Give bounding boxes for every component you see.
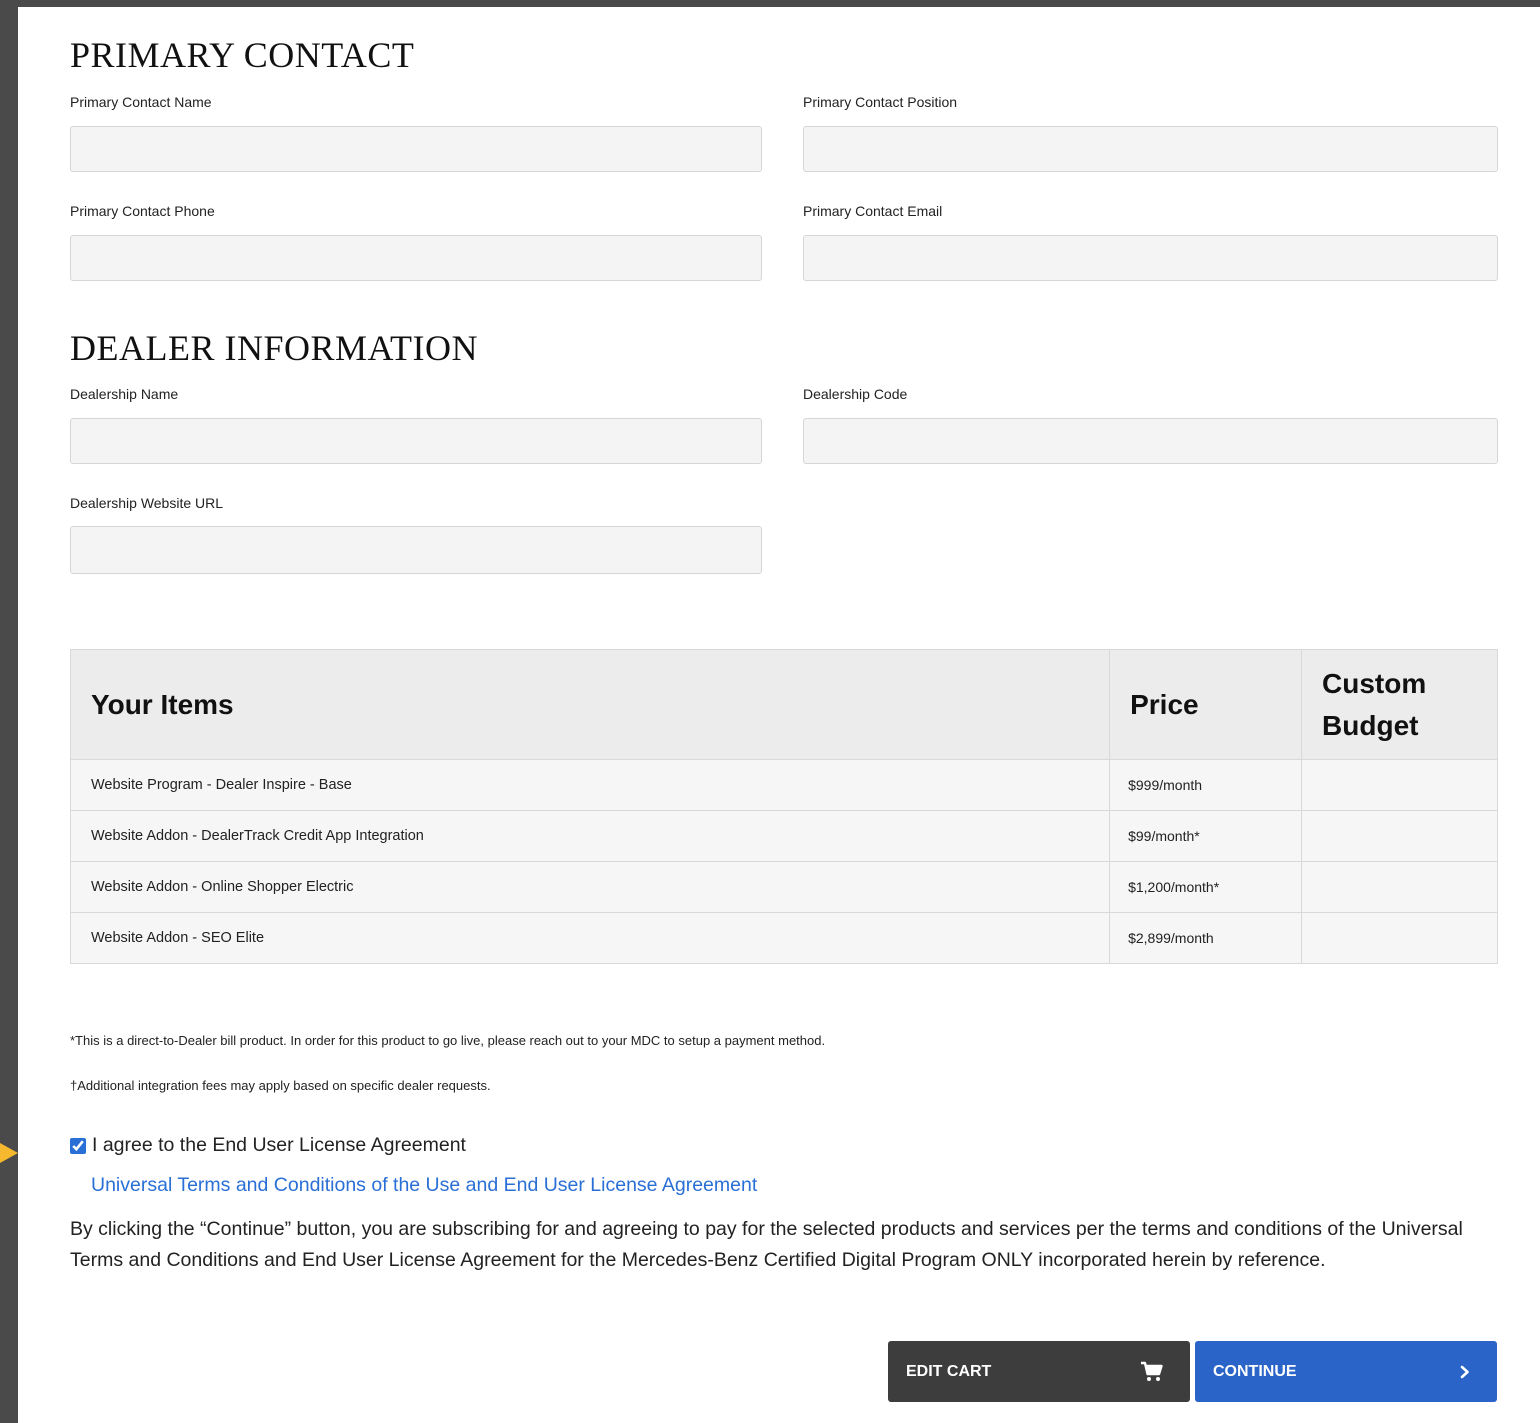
table-row: Website Addon - DealerTrack Credit App I… <box>69 810 1498 862</box>
dealer-information-title: DEALER INFORMATION <box>70 328 478 368</box>
item-name: Website Addon - DealerTrack Credit App I… <box>69 810 1111 862</box>
primary-contact-phone-label: Primary Contact Phone <box>70 203 215 219</box>
primary-contact-email-label: Primary Contact Email <box>803 203 943 219</box>
chevron-right-icon <box>1459 1365 1471 1379</box>
eula-agree-row[interactable]: I agree to the End User License Agreemen… <box>70 1134 466 1157</box>
items-table-header: Your Items Price Custom Budget <box>69 649 1498 760</box>
item-price: $99/month* <box>1109 810 1303 862</box>
item-custom-budget <box>1301 759 1498 811</box>
table-row: Website Addon - SEO Elite $2,899/month <box>69 912 1498 964</box>
items-table: Your Items Price Custom Budget Website P… <box>69 649 1498 964</box>
item-price: $2,899/month <box>1109 912 1303 964</box>
continue-label: CONTINUE <box>1213 1362 1297 1380</box>
direct-bill-note: *This is a direct-to-Dealer bill product… <box>70 1033 826 1048</box>
table-row: Website Program - Dealer Inspire - Base … <box>69 759 1498 811</box>
subscription-disclaimer: By clicking the “Continue” button, you a… <box>70 1218 1463 1271</box>
eula-checkbox[interactable] <box>70 1137 86 1154</box>
primary-contact-title: PRIMARY CONTACT <box>70 35 415 75</box>
dealership-name-input[interactable] <box>70 418 762 464</box>
item-custom-budget <box>1301 912 1498 964</box>
primary-contact-name-label: Primary Contact Name <box>70 94 212 110</box>
header-your-items: Your Items <box>69 649 1111 760</box>
table-row: Website Addon - Online Shopper Electric … <box>69 861 1498 913</box>
item-name: Website Addon - Online Shopper Electric <box>69 861 1111 913</box>
primary-contact-name-input[interactable] <box>70 126 762 172</box>
primary-contact-position-input[interactable] <box>803 126 1498 172</box>
item-price: $999/month <box>1109 759 1303 811</box>
terms-and-conditions-link[interactable]: Universal Terms and Conditions of the Us… <box>91 1174 757 1197</box>
primary-contact-position-label: Primary Contact Position <box>803 94 958 110</box>
header-price: Price <box>1109 649 1303 760</box>
primary-contact-phone-input[interactable] <box>70 235 762 281</box>
dealership-website-url-label: Dealership Website URL <box>70 495 224 511</box>
cart-icon <box>1140 1361 1164 1383</box>
edit-cart-button[interactable]: EDIT CART <box>888 1341 1190 1402</box>
item-name: Website Program - Dealer Inspire - Base <box>69 759 1111 811</box>
item-custom-budget <box>1301 810 1498 862</box>
dealership-name-label: Dealership Name <box>70 386 179 402</box>
dealership-code-label: Dealership Code <box>803 386 908 402</box>
item-price: $1,200/month* <box>1109 861 1303 913</box>
item-custom-budget <box>1301 861 1498 913</box>
edit-cart-label: EDIT CART <box>906 1362 992 1380</box>
primary-contact-email-input[interactable] <box>803 235 1498 281</box>
item-name: Website Addon - SEO Elite <box>69 912 1111 964</box>
integration-fees-note: †Additional integration fees may apply b… <box>70 1078 491 1093</box>
eula-checkbox-label: I agree to the End User License Agreemen… <box>92 1134 466 1156</box>
left-rail <box>0 0 18 1423</box>
pointer-arrow-icon <box>0 1143 18 1163</box>
top-band <box>0 0 1540 7</box>
dealership-website-url-input[interactable] <box>70 526 762 574</box>
continue-button[interactable]: CONTINUE <box>1195 1341 1497 1402</box>
header-custom-budget: Custom Budget <box>1301 649 1498 760</box>
dealership-code-input[interactable] <box>803 418 1498 464</box>
